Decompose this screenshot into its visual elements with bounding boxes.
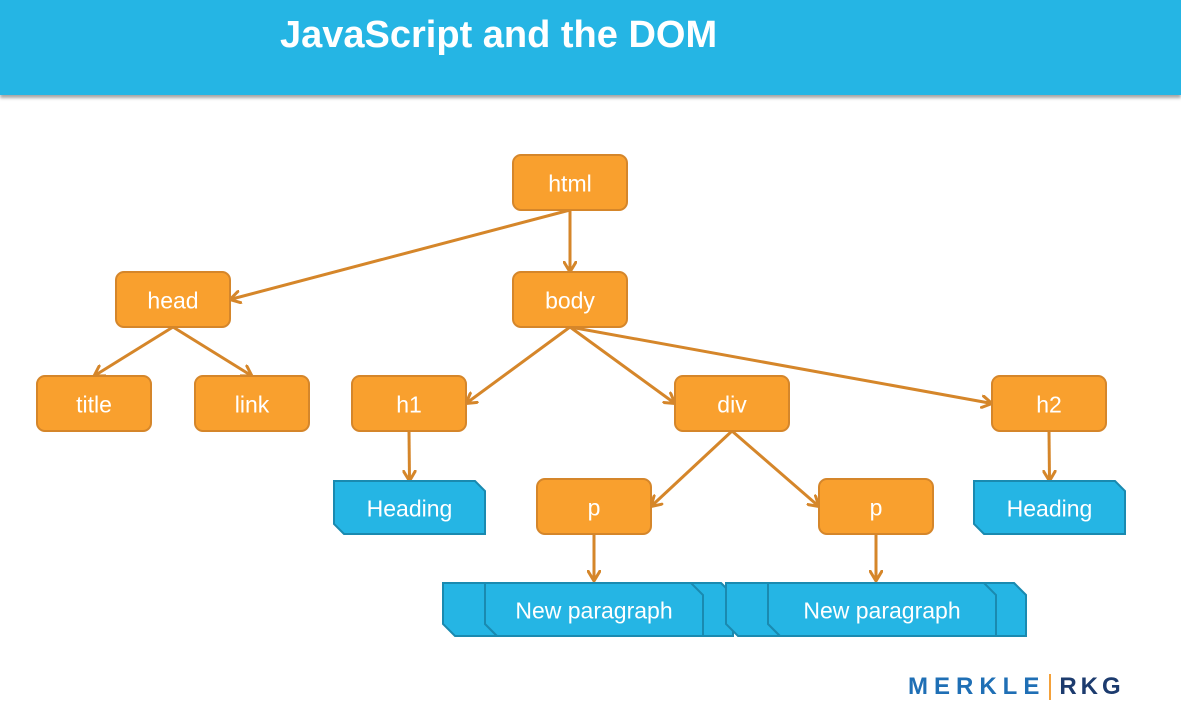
- element-node-label: head: [147, 288, 198, 314]
- edge-div-to-p2: [731, 429, 819, 507]
- element-node-label: p: [588, 495, 601, 521]
- text-node-label: Heading: [367, 496, 453, 522]
- element-node-h1: h1: [351, 375, 467, 432]
- edge-body-to-div: [569, 325, 675, 404]
- text-node-label: Heading: [1007, 496, 1093, 522]
- element-node-body: body: [512, 271, 628, 328]
- text-node-label: New paragraph: [515, 598, 672, 624]
- element-node-title: title: [36, 375, 152, 432]
- element-node-label: h1: [396, 392, 422, 418]
- edge-head-to-link: [172, 325, 252, 376]
- text-node-t_p2: New paragraph: [725, 582, 1027, 637]
- edge-h1-to-t_h1: [409, 430, 410, 481]
- text-node-t_h1: Heading: [333, 480, 486, 535]
- nodes-layer: html head body title link h1 div h2 p p Heading Hea…: [36, 154, 1126, 637]
- logo-rkg: RKG: [1059, 673, 1125, 700]
- text-node-t_h2: Heading: [973, 480, 1126, 535]
- logo-separator: [1049, 674, 1052, 700]
- element-node-p1: p: [536, 478, 652, 535]
- edge-h2-to-t_h2: [1049, 430, 1050, 481]
- element-node-link: link: [194, 375, 310, 432]
- logo-merkle: MERKLE: [908, 673, 1046, 700]
- element-node-label: p: [870, 495, 883, 521]
- dom-tree-diagram: html head body title link h1 div h2 p p Heading Hea…: [36, 154, 1126, 637]
- element-node-label: div: [717, 392, 747, 418]
- edge-div-to-p1: [651, 429, 734, 507]
- text-node-label: New paragraph: [803, 598, 960, 624]
- element-node-label: body: [545, 288, 595, 314]
- element-node-div: div: [674, 375, 790, 432]
- edge-body-to-h1: [466, 325, 571, 404]
- element-node-label: html: [548, 171, 591, 197]
- edge-head-to-title: [94, 325, 174, 376]
- element-node-label: h2: [1036, 392, 1062, 418]
- element-node-html: html: [512, 154, 628, 211]
- element-node-head: head: [115, 271, 231, 328]
- element-node-label: title: [76, 392, 112, 418]
- element-node-h2: h2: [991, 375, 1107, 432]
- merkle-rkg-logo: MERKLE RKG: [908, 672, 1125, 702]
- text-node-t_p1: New paragraph: [442, 582, 734, 637]
- element-node-label: link: [235, 392, 270, 418]
- element-node-p2: p: [818, 478, 934, 535]
